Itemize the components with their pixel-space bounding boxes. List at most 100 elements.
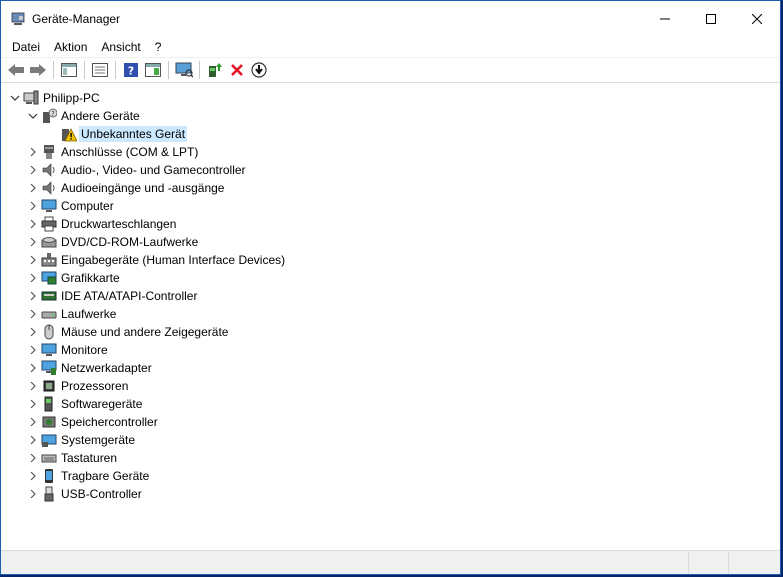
install-driver-button[interactable] <box>248 59 270 81</box>
tree-item-usb-controller[interactable]: USB-Controller <box>25 485 142 503</box>
status-pane-2 <box>689 551 729 574</box>
expand-chevron-icon[interactable] <box>25 467 41 485</box>
forward-button[interactable] <box>27 59 49 81</box>
menu-datei[interactable]: Datei <box>5 40 47 54</box>
tree-item-netzwerkadapter[interactable]: Netzwerkadapter <box>25 359 152 377</box>
tree-item-label: USB-Controller <box>61 487 142 501</box>
title-bar[interactable]: Geräte-Manager <box>1 1 780 37</box>
help-button[interactable]: ? <box>120 59 142 81</box>
graphics-card-icon <box>41 270 57 286</box>
expand-chevron-icon[interactable] <box>25 323 41 341</box>
expand-chevron-icon[interactable] <box>25 449 41 467</box>
expand-chevron-icon[interactable] <box>25 305 41 323</box>
tree-item-label: Grafikkarte <box>61 271 120 285</box>
collapse-chevron-icon[interactable] <box>25 107 41 125</box>
tree-item-label: Monitore <box>61 343 108 357</box>
expand-chevron-icon[interactable] <box>25 431 41 449</box>
tree-item-label: Tragbare Geräte <box>61 469 150 483</box>
tree-item-eingabegeräte-human-interface-devices[interactable]: Eingabegeräte (Human Interface Devices) <box>25 251 285 269</box>
tree-item-mäuse-und-andere-zeigegeräte[interactable]: Mäuse und andere Zeigegeräte <box>25 323 228 341</box>
expand-chevron-icon[interactable] <box>25 395 41 413</box>
expand-chevron-icon[interactable] <box>25 413 41 431</box>
menu-bar: Datei Aktion Ansicht ? <box>1 37 780 57</box>
tree-item-label: Audio-, Video- und Gamecontroller <box>61 163 246 177</box>
monitor-icon <box>41 342 57 358</box>
console-tree-button[interactable] <box>58 59 80 81</box>
show-details-button[interactable] <box>142 59 164 81</box>
download-circle-icon <box>251 62 267 78</box>
maximize-button[interactable] <box>688 1 734 37</box>
storage-controller-icon <box>41 414 57 430</box>
tree-item-label: Druckwarteschlangen <box>61 217 177 231</box>
expand-chevron-icon[interactable] <box>25 143 41 161</box>
tree-item-systemgeräte[interactable]: Systemgeräte <box>25 431 135 449</box>
tree-root-computer[interactable]: Philipp-PC <box>7 89 100 107</box>
scan-hardware-button[interactable] <box>173 59 195 81</box>
expand-chevron-icon[interactable] <box>25 377 41 395</box>
tree-item-label: Mäuse und andere Zeigegeräte <box>61 325 229 339</box>
tree-item-label: Unbekanntes Gerät <box>79 126 188 142</box>
tree-item-softwaregeräte[interactable]: Softwaregeräte <box>25 395 142 413</box>
monitor-scan-icon <box>175 62 193 78</box>
expand-chevron-icon[interactable] <box>25 197 41 215</box>
minimize-button[interactable] <box>642 1 688 37</box>
svg-text:?: ? <box>51 110 55 118</box>
device-manager-window: Geräte-Manager Datei Aktion Ansicht ? ? … <box>0 0 781 575</box>
tree-item-dvd-cd-rom-laufwerke[interactable]: DVD/CD-ROM-Laufwerke <box>25 233 198 251</box>
tree-item-label: DVD/CD-ROM-Laufwerke <box>61 235 199 249</box>
tree-item-label: IDE ATA/ATAPI-Controller <box>61 289 198 303</box>
computer-icon <box>23 90 39 106</box>
tree-item-unbekanntes-geraet[interactable]: Unbekanntes Gerät <box>45 125 188 143</box>
toolbar-separator <box>53 61 54 79</box>
tree-item-label: Softwaregeräte <box>61 397 143 411</box>
tree-item-speichercontroller[interactable]: Speichercontroller <box>25 413 158 431</box>
menu-help[interactable]: ? <box>148 40 169 54</box>
tree-item-druckwarteschlangen[interactable]: Druckwarteschlangen <box>25 215 176 233</box>
toolbar-separator <box>84 61 85 79</box>
expand-chevron-icon[interactable] <box>25 287 41 305</box>
menu-ansicht[interactable]: Ansicht <box>94 40 147 54</box>
disk-drive-icon <box>41 306 57 322</box>
expand-chevron-icon[interactable] <box>25 341 41 359</box>
collapse-chevron-icon[interactable] <box>7 89 23 107</box>
minimize-icon <box>660 18 670 20</box>
warning-icon <box>61 126 77 142</box>
menu-aktion[interactable]: Aktion <box>47 40 94 54</box>
toolbar: ? <box>1 57 780 83</box>
expand-chevron-icon[interactable] <box>25 215 41 233</box>
list-view-button[interactable] <box>89 59 111 81</box>
tree-item-ide-ata-atapi-controller[interactable]: IDE ATA/ATAPI-Controller <box>25 287 197 305</box>
keyboard-icon <box>41 450 57 466</box>
device-tree[interactable]: Philipp-PC? Andere Geräte Unbekanntes Gerä… <box>5 87 779 549</box>
uninstall-button[interactable] <box>226 59 248 81</box>
expand-chevron-icon[interactable] <box>25 233 41 251</box>
tree-item-grafikkarte[interactable]: Grafikkarte <box>25 269 120 287</box>
update-driver-button[interactable] <box>204 59 226 81</box>
tree-item-audioeingänge-und-ausgänge[interactable]: Audioeingänge und -ausgänge <box>25 179 224 197</box>
tree-item-prozessoren[interactable]: Prozessoren <box>25 377 128 395</box>
tree-item-monitore[interactable]: Monitore <box>25 341 108 359</box>
back-button[interactable] <box>5 59 27 81</box>
tree-item-anschlüsse-com-lpt[interactable]: Anschlüsse (COM & LPT) <box>25 143 198 161</box>
tree-item-tastaturen[interactable]: Tastaturen <box>25 449 117 467</box>
tree-item-audio-video-und-gamecontroller[interactable]: Audio-, Video- und Gamecontroller <box>25 161 246 179</box>
expand-chevron-icon[interactable] <box>25 161 41 179</box>
tree-item-label: Laufwerke <box>61 307 117 321</box>
expand-chevron-icon[interactable] <box>25 485 41 503</box>
status-pane-main <box>1 551 689 574</box>
tree-item-computer[interactable]: Computer <box>25 197 114 215</box>
expand-chevron-icon[interactable] <box>25 179 41 197</box>
expand-chevron-icon[interactable] <box>25 269 41 287</box>
expand-chevron-icon[interactable] <box>25 251 41 269</box>
status-bar <box>1 550 780 574</box>
tree-item-laufwerke[interactable]: Laufwerke <box>25 305 116 323</box>
port-icon <box>41 144 57 160</box>
tree-item-tragbare-geräte[interactable]: Tragbare Geräte <box>25 467 149 485</box>
processor-icon <box>41 378 57 394</box>
tree-item-label: Prozessoren <box>61 379 129 393</box>
usb-icon <box>41 486 57 502</box>
close-button[interactable] <box>734 1 780 37</box>
expand-chevron-icon[interactable] <box>25 359 41 377</box>
tree-item-andere-geraete[interactable]: ? Andere Geräte <box>25 107 140 125</box>
